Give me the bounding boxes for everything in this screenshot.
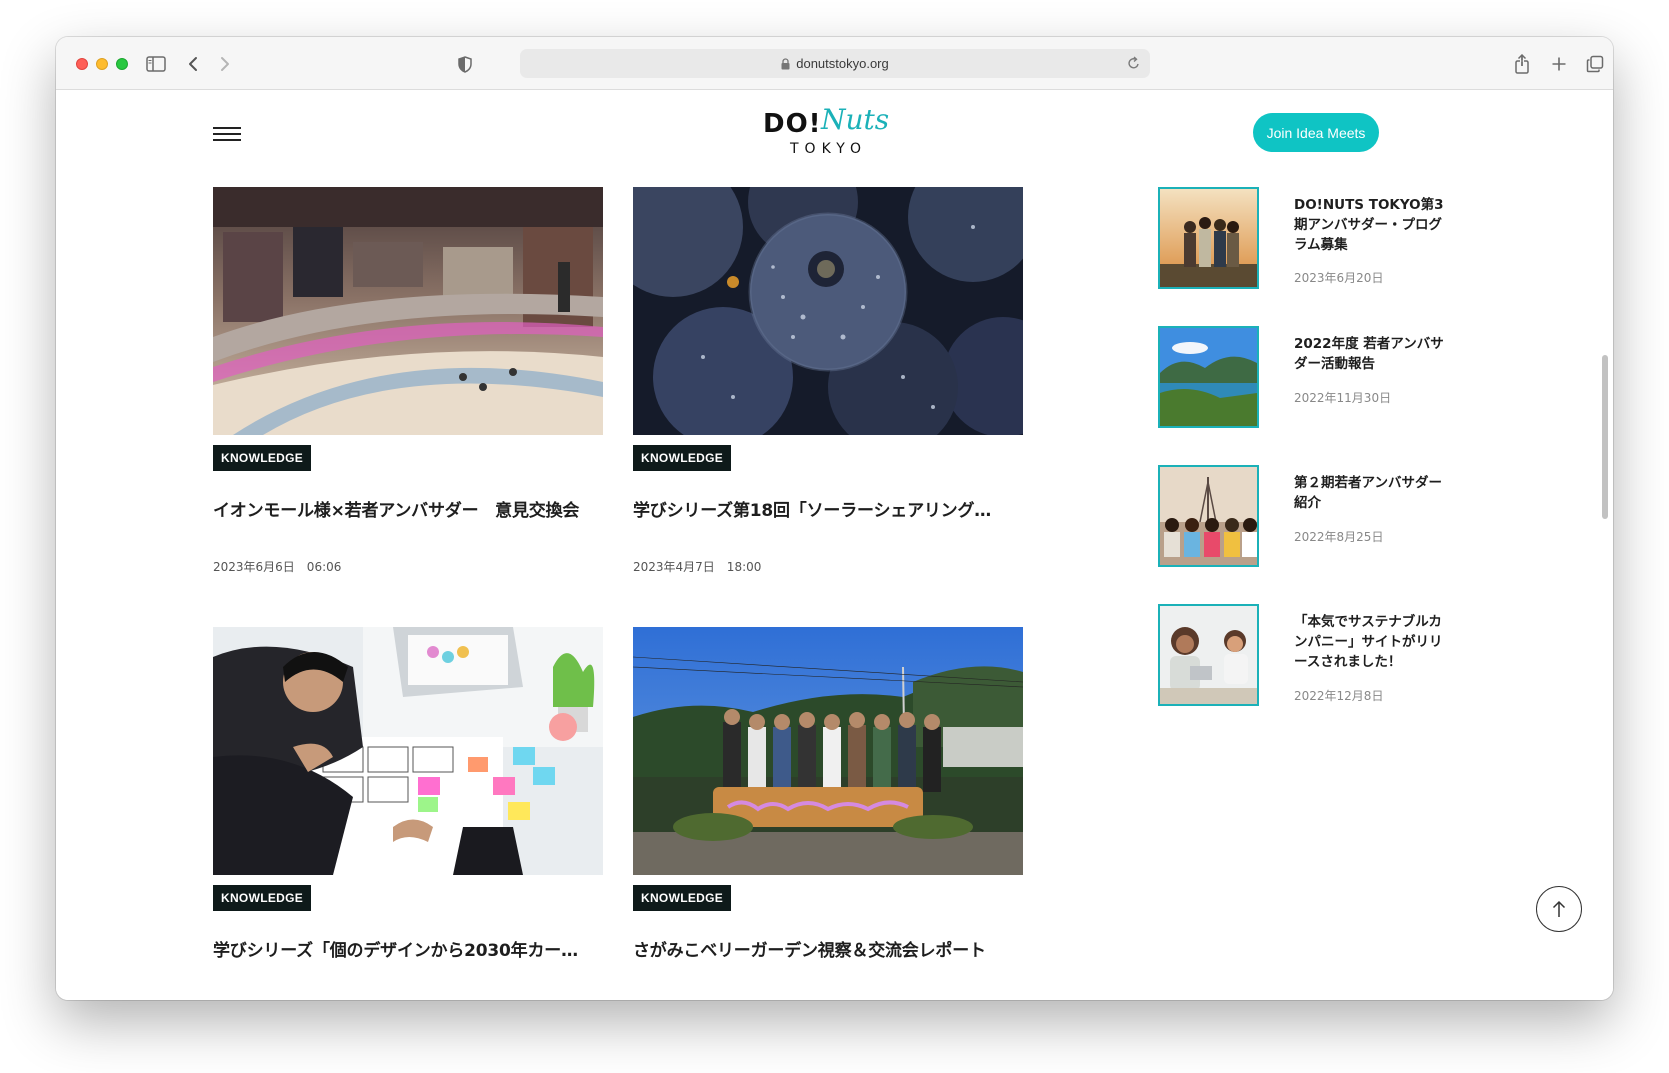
url-text: donutstokyo.org	[796, 56, 889, 71]
shield-icon[interactable]	[453, 52, 477, 76]
sidebar-post-title[interactable]: 第２期若者アンバサダー紹介	[1294, 473, 1444, 513]
forward-icon[interactable]	[213, 52, 237, 76]
reload-icon[interactable]	[1127, 56, 1140, 70]
sidebar-post[interactable]: 「本気でサステナブルカンパニー」サイトがリリースされました！ 2022年12月8…	[1158, 604, 1458, 714]
sidebar-post[interactable]: 第２期若者アンバサダー紹介 2022年8月25日	[1158, 465, 1458, 575]
logo-sub-text: TOKYO	[790, 141, 868, 157]
article-tag[interactable]: KNOWLEDGE	[213, 885, 312, 911]
sidebar-post[interactable]: DO!NUTS TOKYO第3期アンバサダー・プログラム募集 2023年6月20…	[1158, 187, 1458, 297]
back-icon[interactable]	[181, 52, 205, 76]
close-window-button[interactable]	[76, 58, 88, 70]
article-title[interactable]: イオンモール様×若者アンバサダー 意見交換会	[213, 496, 603, 521]
article-image-blueberries[interactable]	[633, 187, 1023, 435]
sidebar-post-date: 2023年6月20日	[1294, 271, 1384, 285]
minimize-window-button[interactable]	[96, 58, 108, 70]
hamburger-menu-icon[interactable]	[213, 125, 241, 143]
article-image-mall[interactable]	[213, 187, 603, 435]
sidebar-post-title[interactable]: 2022年度 若者アンバサダー活動報告	[1294, 334, 1444, 374]
article-title[interactable]: 学びシリーズ第18回「ソーラーシェアリング…	[633, 496, 1023, 521]
lock-icon	[781, 57, 790, 70]
sidebar-thumb-office[interactable]	[1158, 604, 1259, 706]
browser-window: donutstokyo.org DO! Nuts TOKYO Join Idea…	[56, 37, 1613, 1000]
tabs-icon[interactable]	[1583, 52, 1607, 76]
article-date: 2023年6月6日 06:06	[213, 560, 342, 574]
zoom-window-button[interactable]	[116, 58, 128, 70]
article-tag[interactable]: KNOWLEDGE	[633, 885, 732, 911]
logo-main-text: DO!	[763, 109, 822, 139]
article-tag[interactable]: KNOWLEDGE	[213, 445, 312, 471]
sidebar-post-date: 2022年12月8日	[1294, 689, 1384, 703]
sidebar-thumb-group-view[interactable]	[1158, 465, 1259, 567]
sidebar-post[interactable]: 2022年度 若者アンバサダー活動報告 2022年11月30日	[1158, 326, 1458, 436]
site-logo[interactable]: DO! Nuts TOKYO	[763, 103, 899, 161]
browser-toolbar: donutstokyo.org	[56, 37, 1613, 90]
logo-script-text: Nuts	[821, 103, 890, 136]
page-scrollbar[interactable]	[1602, 355, 1608, 519]
sidebar-post-date: 2022年11月30日	[1294, 391, 1392, 405]
arrow-up-icon	[1552, 900, 1566, 918]
web-page: DO! Nuts TOKYO Join Idea Meets KNOWLEDGE…	[56, 91, 1613, 1000]
article-title[interactable]: 学びシリーズ「個のデザインから2030年カー…	[213, 936, 603, 961]
back-to-top-button[interactable]	[1536, 886, 1582, 932]
address-bar[interactable]: donutstokyo.org	[520, 49, 1150, 78]
sidebar-post-date: 2022年8月25日	[1294, 530, 1384, 544]
article-tag[interactable]: KNOWLEDGE	[633, 445, 732, 471]
article-date: 2023年4月7日 18:00	[633, 560, 762, 574]
sidebar-thumb-friends[interactable]	[1158, 187, 1259, 289]
sidebar-post-title[interactable]: 「本気でサステナブルカンパニー」サイトがリリースされました！	[1294, 612, 1444, 672]
sidebar-post-title[interactable]: DO!NUTS TOKYO第3期アンバサダー・プログラム募集	[1294, 195, 1444, 255]
article-title[interactable]: さがみこベリーガーデン視察＆交流会レポート	[633, 936, 1023, 961]
join-idea-meets-button[interactable]: Join Idea Meets	[1253, 113, 1379, 152]
sidebar-thumb-lake[interactable]	[1158, 326, 1259, 428]
share-icon[interactable]	[1510, 52, 1534, 76]
article-image-design-workshop[interactable]	[213, 627, 603, 875]
sidebar-icon[interactable]	[144, 52, 168, 76]
new-tab-icon[interactable]	[1547, 52, 1571, 76]
article-image-berry-garden[interactable]	[633, 627, 1023, 875]
